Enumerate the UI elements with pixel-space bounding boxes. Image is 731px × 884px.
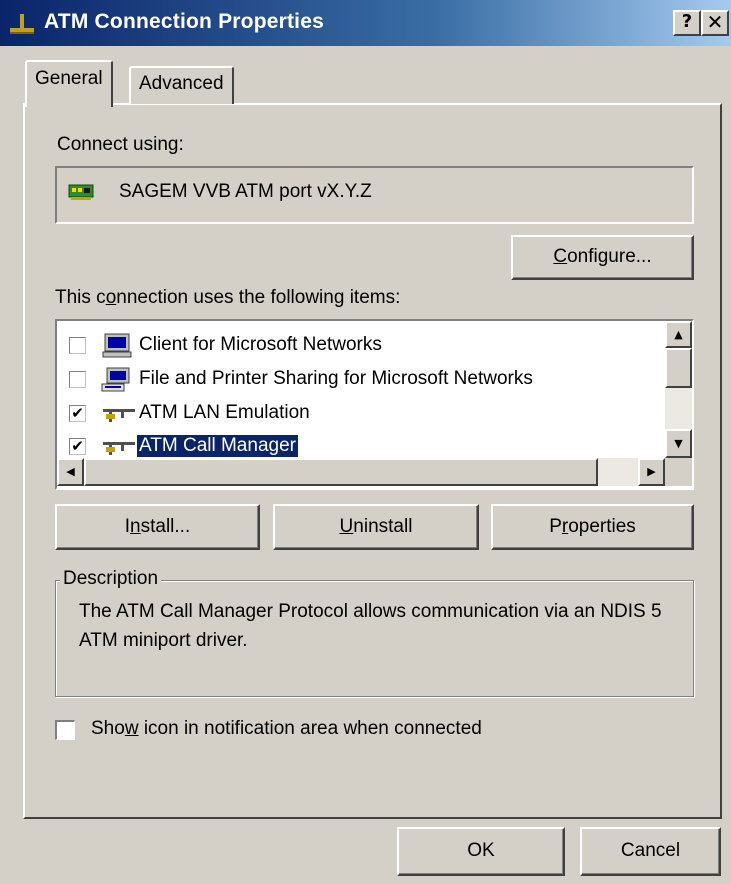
items-label-accel: o bbox=[105, 287, 117, 308]
components-list[interactable]: Client for Microsoft Networks File and P… bbox=[55, 319, 694, 490]
file-printer-sharing-icon bbox=[101, 367, 130, 392]
vertical-scrollbar[interactable]: ▲ ▼ bbox=[665, 321, 692, 458]
help-icon: ? bbox=[681, 11, 693, 32]
scroll-down-button[interactable]: ▼ bbox=[665, 429, 692, 458]
close-button[interactable]: ✕ bbox=[701, 10, 729, 36]
scroll-right-button[interactable]: ▶ bbox=[638, 458, 665, 486]
items-label-post: nnection uses the following items: bbox=[116, 287, 401, 308]
properties-label-post: operties bbox=[568, 516, 636, 537]
item-label: ATM LAN Emulation bbox=[139, 402, 310, 423]
item-label: Client for Microsoft Networks bbox=[139, 334, 382, 355]
arrow-up-icon: ▲ bbox=[674, 328, 683, 341]
item-checkbox[interactable] bbox=[69, 337, 86, 354]
item-label: File and Printer Sharing for Microsoft N… bbox=[139, 368, 533, 389]
tab-general-label: General bbox=[35, 68, 103, 89]
uninstall-label-post: ninstall bbox=[353, 516, 413, 537]
horizontal-scrollbar[interactable]: ◀ ▶ bbox=[57, 458, 665, 486]
connect-using-label: Connect using: bbox=[57, 134, 184, 155]
client-computer-icon bbox=[102, 333, 132, 358]
item-checkbox[interactable]: ✔ bbox=[69, 405, 86, 422]
install-button[interactable]: Install... bbox=[55, 504, 260, 550]
description-text: The ATM Call Manager Protocol allows com… bbox=[79, 601, 662, 651]
protocol-icon bbox=[103, 442, 135, 455]
ok-button[interactable]: OK bbox=[397, 827, 565, 876]
item-checkbox[interactable] bbox=[69, 371, 86, 388]
list-item[interactable]: ✔ ATM LAN Emulation bbox=[57, 399, 667, 430]
show-icon-label[interactable]: Show icon in notification area when conn… bbox=[91, 718, 482, 740]
configure-label-post: onfigure... bbox=[567, 246, 652, 267]
help-button[interactable]: ? bbox=[673, 10, 701, 36]
adapter-name: SAGEM VVB ATM port vX.Y.Z bbox=[119, 181, 372, 202]
check-mark-icon: ✔ bbox=[71, 404, 84, 422]
show-icon-checkbox[interactable] bbox=[55, 720, 75, 740]
check-mark-icon: ✔ bbox=[71, 437, 84, 455]
configure-button[interactable]: Configure... bbox=[511, 235, 694, 280]
tab-advanced-label: Advanced bbox=[139, 73, 224, 94]
close-icon: ✕ bbox=[706, 10, 724, 34]
show-icon-label-accel: w bbox=[124, 718, 139, 739]
scroll-thumb[interactable] bbox=[665, 348, 692, 388]
uninstall-label-accel: U bbox=[339, 516, 354, 537]
properties-label-pre: P bbox=[549, 516, 562, 537]
arrow-right-icon: ▶ bbox=[647, 465, 656, 478]
protocol-icon bbox=[103, 409, 135, 422]
network-connection-icon bbox=[10, 14, 34, 34]
arrow-down-icon: ▼ bbox=[674, 437, 683, 450]
configure-label-accel: C bbox=[553, 246, 568, 267]
network-card-icon bbox=[68, 184, 94, 200]
cancel-button[interactable]: Cancel bbox=[580, 827, 721, 876]
uninstall-button[interactable]: Uninstall bbox=[273, 504, 479, 550]
scroll-up-button[interactable]: ▲ bbox=[665, 321, 692, 348]
items-label-pre: This c bbox=[55, 287, 106, 308]
scrollbar-corner bbox=[665, 458, 692, 486]
arrow-left-icon: ◀ bbox=[66, 465, 75, 478]
window-title: ATM Connection Properties bbox=[44, 10, 324, 33]
tab-advanced[interactable]: Advanced bbox=[129, 66, 234, 104]
title-bar[interactable]: ATM Connection Properties ? ✕ bbox=[0, 0, 731, 46]
show-icon-label-post: icon in notification area when connected bbox=[138, 718, 482, 739]
install-label-accel: n bbox=[130, 516, 141, 537]
item-label-selected: ATM Call Manager bbox=[136, 434, 299, 458]
description-legend: Description bbox=[60, 568, 162, 590]
list-item[interactable]: File and Printer Sharing for Microsoft N… bbox=[57, 365, 667, 396]
adapter-field: SAGEM VVB ATM port vX.Y.Z bbox=[55, 166, 694, 224]
list-item[interactable]: Client for Microsoft Networks bbox=[57, 331, 667, 362]
install-label-post: stall... bbox=[140, 516, 191, 537]
properties-button[interactable]: Properties bbox=[491, 504, 694, 550]
item-checkbox[interactable]: ✔ bbox=[69, 438, 86, 455]
items-label: This connection uses the following items… bbox=[55, 287, 400, 309]
show-icon-label-pre: Sho bbox=[91, 718, 125, 739]
scroll-left-button[interactable]: ◀ bbox=[57, 458, 84, 486]
tab-general[interactable]: General bbox=[25, 60, 113, 107]
horizontal-scroll-thumb[interactable] bbox=[84, 458, 598, 486]
